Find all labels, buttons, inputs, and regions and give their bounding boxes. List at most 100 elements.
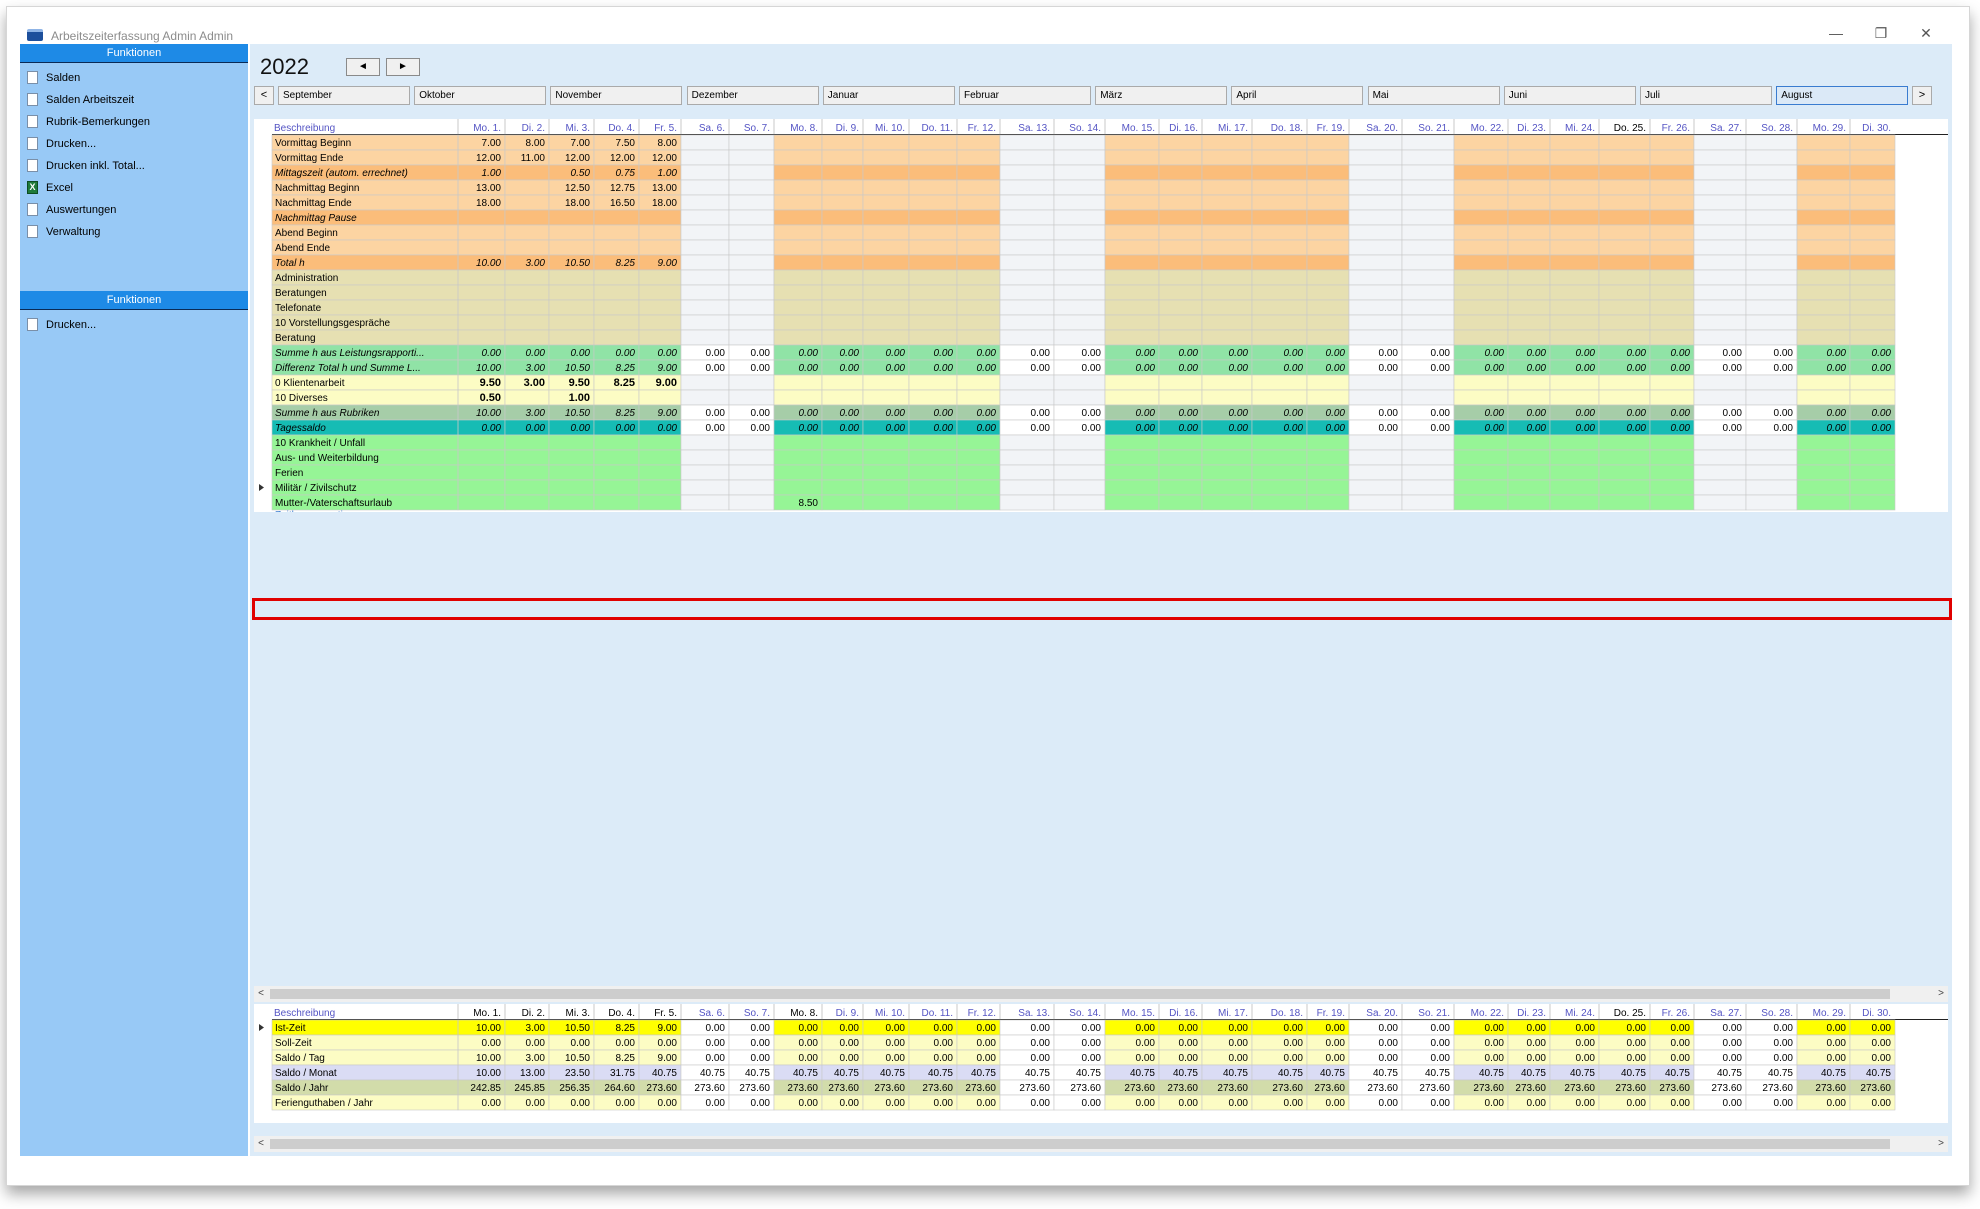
grid-cell[interactable] xyxy=(1251,464,1308,481)
grid-cell[interactable] xyxy=(1649,434,1695,451)
prev-year-button[interactable]: ◄ xyxy=(346,58,380,76)
grid-cell[interactable] xyxy=(862,239,910,256)
grid-cell[interactable] xyxy=(1251,194,1308,211)
grid-cell[interactable] xyxy=(1104,134,1160,151)
grid-cell[interactable] xyxy=(1796,164,1851,181)
grid-cell[interactable] xyxy=(593,239,640,256)
grid-cell[interactable] xyxy=(773,284,823,301)
grid-cell[interactable] xyxy=(1401,434,1455,451)
table-row[interactable]: 10.00 3.00 10.50 8.25 9.00 0.00 0.00 0.00 0.00 0.… xyxy=(259,1019,1896,1036)
grid-cell[interactable] xyxy=(548,284,595,301)
grid-cell[interactable] xyxy=(1401,464,1455,481)
grid-cell[interactable] xyxy=(908,269,958,286)
grid-cell[interactable] xyxy=(504,164,550,181)
grid-cell[interactable] xyxy=(548,224,595,241)
grid-cell[interactable] xyxy=(1453,239,1509,256)
close-button[interactable]: ✕ xyxy=(1913,23,1939,43)
grid-cell[interactable] xyxy=(1745,209,1798,226)
grid-cell[interactable] xyxy=(1598,194,1651,211)
grid-cell[interactable] xyxy=(1453,284,1509,301)
grid-cell[interactable] xyxy=(1549,329,1600,346)
grid-cell[interactable] xyxy=(1693,194,1747,211)
grid-cell[interactable] xyxy=(728,239,775,256)
grid-cell[interactable] xyxy=(956,374,1001,391)
grid-cell[interactable] xyxy=(1306,179,1350,196)
grid-cell[interactable] xyxy=(1053,239,1106,256)
grid-cell[interactable] xyxy=(680,479,730,496)
column-header-day[interactable]: Di. 16. xyxy=(1169,1008,1198,1019)
grid-cell[interactable] xyxy=(504,389,550,406)
grid-cell[interactable] xyxy=(1598,389,1651,406)
grid-cell[interactable] xyxy=(1201,224,1253,241)
column-header-day[interactable]: Mi. 3. xyxy=(566,123,590,134)
grid-cell[interactable] xyxy=(1549,299,1600,316)
month-tab[interactable]: Januar xyxy=(822,86,955,105)
grid-cell[interactable] xyxy=(773,449,823,466)
grid-cell[interactable] xyxy=(1401,209,1455,226)
grid-cell[interactable] xyxy=(593,224,640,241)
grid-cell[interactable] xyxy=(504,464,550,481)
grid-cell[interactable] xyxy=(1649,284,1695,301)
grid-cell[interactable] xyxy=(457,434,506,451)
grid-cell[interactable] xyxy=(1251,179,1308,196)
grid-cell[interactable] xyxy=(999,179,1055,196)
column-header-day[interactable]: Fr. 26. xyxy=(1662,1008,1690,1019)
grid-cell[interactable] xyxy=(1158,434,1203,451)
grid-cell[interactable] xyxy=(1693,329,1747,346)
grid-cell[interactable] xyxy=(908,314,958,331)
grid-cell[interactable] xyxy=(1401,134,1455,151)
grid-cell[interactable] xyxy=(1745,494,1798,511)
grid-cell[interactable] xyxy=(457,224,506,241)
grid-cell[interactable] xyxy=(1251,494,1308,511)
sidebar-item-salden[interactable]: Salden xyxy=(20,67,248,89)
grid-cell[interactable] xyxy=(1201,329,1253,346)
grid-cell[interactable] xyxy=(1201,179,1253,196)
grid-cell[interactable] xyxy=(1549,179,1600,196)
grid-cell[interactable] xyxy=(504,224,550,241)
grid-cell[interactable] xyxy=(999,254,1055,271)
grid-cell[interactable] xyxy=(728,449,775,466)
grid-cell[interactable] xyxy=(821,464,864,481)
grid-cell[interactable] xyxy=(1104,494,1160,511)
grid-cell[interactable] xyxy=(1158,479,1203,496)
grid-cell[interactable] xyxy=(1507,254,1551,271)
grid-cell[interactable] xyxy=(504,239,550,256)
grid-cell[interactable] xyxy=(821,479,864,496)
grid-cell[interactable] xyxy=(638,284,682,301)
month-tab[interactable]: August xyxy=(1776,86,1909,105)
grid-cell[interactable] xyxy=(1849,449,1896,466)
grid-cell[interactable] xyxy=(1053,389,1106,406)
grid-cell[interactable] xyxy=(1849,299,1896,316)
grid-cell[interactable] xyxy=(908,449,958,466)
grid-cell[interactable] xyxy=(1796,134,1851,151)
column-header-day[interactable]: So. 21. xyxy=(1418,123,1450,134)
grid-cell[interactable] xyxy=(1053,284,1106,301)
grid-cell[interactable] xyxy=(1348,134,1403,151)
grid-cell[interactable] xyxy=(1649,239,1695,256)
grid-cell[interactable] xyxy=(1104,254,1160,271)
column-header-day[interactable]: Di. 23. xyxy=(1517,1008,1546,1019)
grid-cell[interactable] xyxy=(1201,389,1253,406)
grid-cell[interactable] xyxy=(1549,164,1600,181)
grid-cell[interactable] xyxy=(1796,194,1851,211)
sidebar-item-excel[interactable]: X Excel xyxy=(20,177,248,199)
row-label-partial[interactable]: Zeitkompensation xyxy=(275,510,354,512)
grid-cell[interactable] xyxy=(1306,164,1350,181)
restore-button[interactable]: ❐ xyxy=(1868,23,1894,43)
grid-cell[interactable] xyxy=(1796,179,1851,196)
grid-cell[interactable] xyxy=(1251,209,1308,226)
grid-cell[interactable] xyxy=(1158,134,1203,151)
grid-cell[interactable] xyxy=(1306,224,1350,241)
grid-cell[interactable] xyxy=(1693,254,1747,271)
grid-cell[interactable] xyxy=(1693,464,1747,481)
grid-cell[interactable] xyxy=(638,269,682,286)
grid-cell[interactable] xyxy=(1306,374,1350,391)
grid-cell[interactable] xyxy=(1849,179,1896,196)
grid-cell[interactable] xyxy=(1104,434,1160,451)
grid-cell[interactable] xyxy=(999,134,1055,151)
grid-cell[interactable] xyxy=(1201,299,1253,316)
grid-cell[interactable] xyxy=(1104,239,1160,256)
grid-cell[interactable] xyxy=(1649,209,1695,226)
grid-cell[interactable] xyxy=(1053,134,1106,151)
grid-cell[interactable] xyxy=(1598,224,1651,241)
